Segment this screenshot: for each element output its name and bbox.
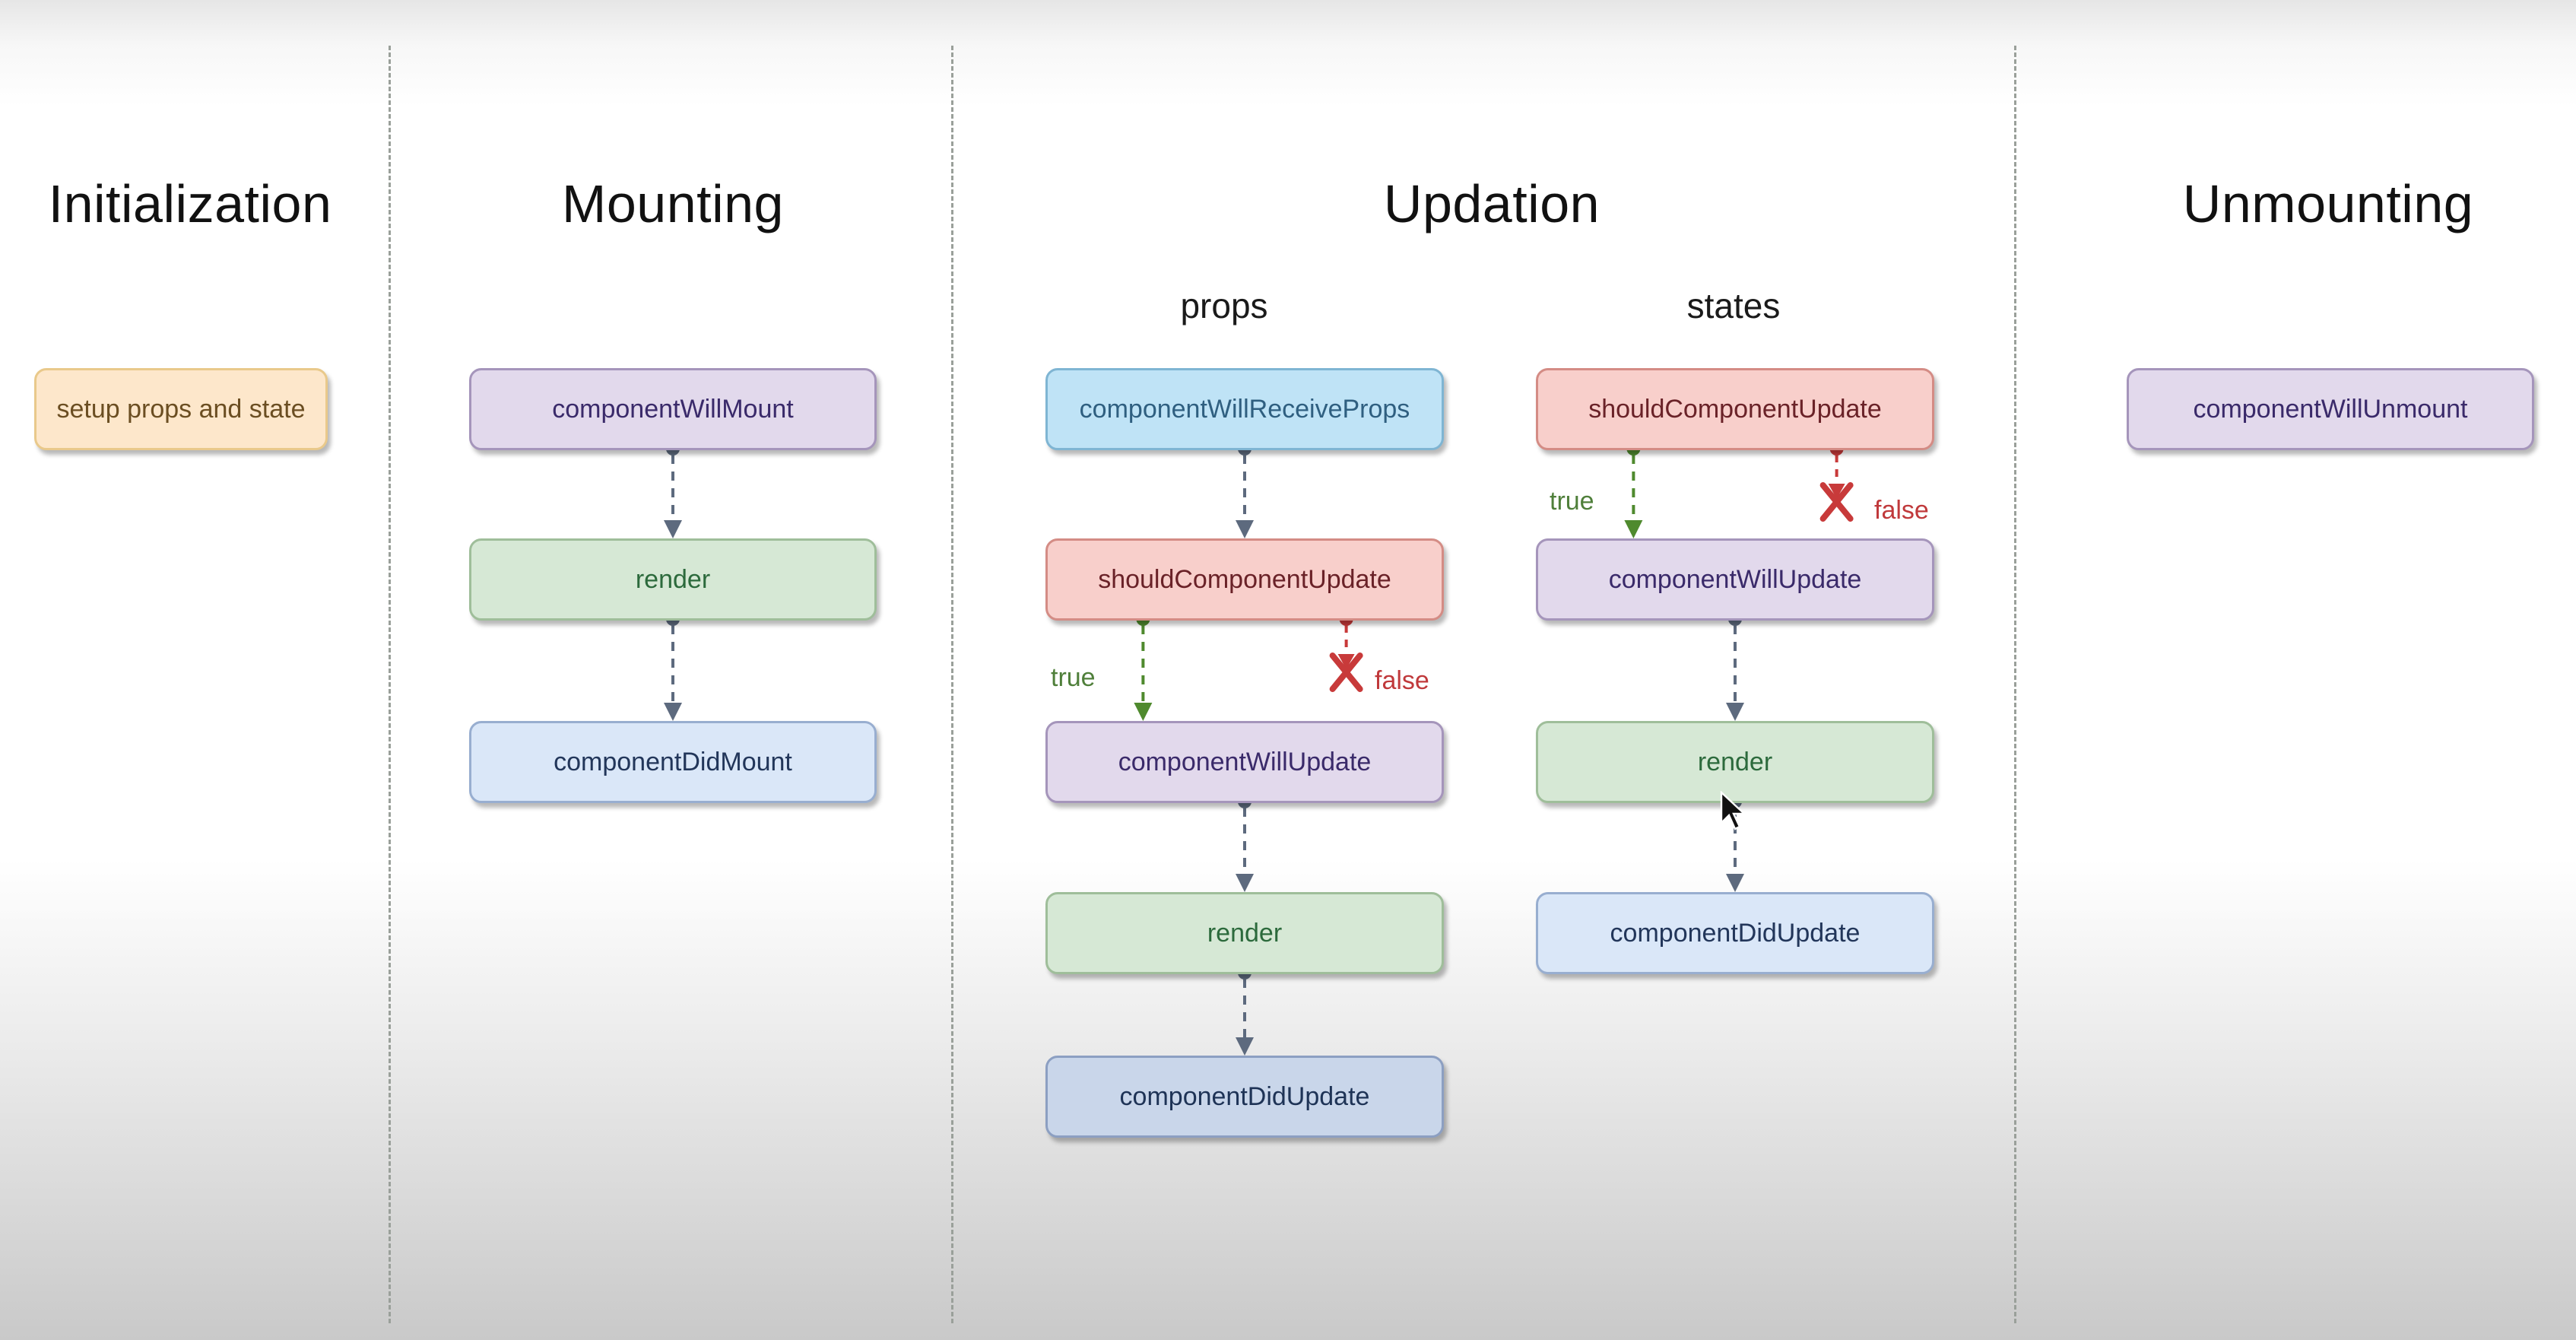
connector-props_wu-to-props_render-arrowhead: [1236, 874, 1254, 892]
connector-states_render-to-states_du-arrowhead: [1726, 874, 1744, 892]
edge-label-true: true: [1550, 487, 1594, 516]
node-props-component-did-update[interactable]: componentDidUpdate: [1045, 1056, 1444, 1138]
connector-props_wrp-to-props_scu-arrowhead: [1236, 520, 1254, 538]
node-props-render[interactable]: render: [1045, 892, 1444, 974]
react-lifecycle-diagram: Initialization Mounting Updation Unmount…: [0, 0, 2576, 1340]
connector-props_render-to-props_du-arrowhead: [1236, 1037, 1254, 1056]
phase-title-updation: Updation: [1383, 174, 1600, 233]
true-branch-states_scu-arrowhead: [1624, 520, 1643, 538]
phase-title-initialization: Initialization: [48, 174, 332, 233]
node-component-did-mount[interactable]: componentDidMount: [469, 721, 877, 803]
node-states-component-did-update[interactable]: componentDidUpdate: [1536, 892, 1934, 974]
node-props-component-will-update[interactable]: componentWillUpdate: [1045, 721, 1444, 803]
phase-title-unmounting: Unmounting: [2182, 174, 2474, 233]
edge-label-true: true: [1051, 663, 1096, 692]
node-states-should-component-update[interactable]: shouldComponentUpdate: [1536, 368, 1934, 450]
blocked-x-icon: [1329, 653, 1363, 692]
edge-label-false: false: [1375, 666, 1429, 695]
phase-divider: [389, 46, 391, 1323]
subgroup-title-states: states: [1686, 286, 1781, 325]
true-branch-props_scu-arrowhead: [1134, 703, 1153, 721]
subgroup-title-props: props: [1180, 286, 1268, 325]
false-branch-states_scu-arrowhead: [1828, 484, 1845, 499]
mouse-cursor-icon: [1720, 791, 1747, 830]
node-states-component-will-update[interactable]: componentWillUpdate: [1536, 538, 1934, 621]
phase-divider: [951, 46, 953, 1323]
connector-mount_render-to-mount_did-arrowhead: [664, 703, 682, 721]
node-setup-props-and-state[interactable]: setup props and state: [34, 368, 328, 450]
node-component-will-receive-props[interactable]: componentWillReceiveProps: [1045, 368, 1444, 450]
connector-mount_will-to-mount_render-arrowhead: [664, 520, 682, 538]
edge-label-false: false: [1874, 496, 1929, 525]
phase-divider: [2014, 46, 2016, 1323]
node-props-should-component-update[interactable]: shouldComponentUpdate: [1045, 538, 1444, 621]
blocked-x-icon: [1819, 482, 1854, 522]
node-component-will-unmount[interactable]: componentWillUnmount: [2127, 368, 2534, 450]
node-mount-render[interactable]: render: [469, 538, 877, 621]
phase-title-mounting: Mounting: [562, 174, 784, 233]
node-component-will-mount[interactable]: componentWillMount: [469, 368, 877, 450]
connector-states_wu-to-states_render-arrowhead: [1726, 703, 1744, 721]
false-branch-props_scu-arrowhead: [1337, 654, 1355, 669]
